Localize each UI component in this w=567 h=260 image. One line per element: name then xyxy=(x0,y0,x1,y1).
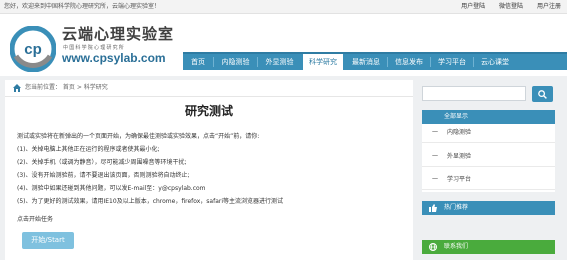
sidebar-item-label: 外显测验 xyxy=(447,153,472,160)
rule-item: (4)、测验中如果还碰到其他问题，可以发E-mail至：y@cpsylab.co… xyxy=(17,185,206,192)
sidebar-item-label: 内隐测验 xyxy=(447,129,472,136)
item-marker: 一 xyxy=(432,176,439,183)
sidebar-item-implicit[interactable]: 一 内隐测验 xyxy=(422,124,555,143)
breadcrumb: 您当前位置： 首页 > 科学研究 xyxy=(5,80,413,97)
user-register-link[interactable]: 用户注册 xyxy=(537,3,561,10)
rule-item: (3)、没有开始测验前，请不要退出该页面，否则测验将自动终止; xyxy=(17,172,190,179)
nav-news[interactable]: 最新消息 xyxy=(345,54,387,70)
nav-implicit-test[interactable]: 内隐测验 xyxy=(214,54,257,70)
show-all-button[interactable]: 全部显示 xyxy=(422,110,555,124)
item-marker: 一 xyxy=(432,129,439,136)
nav-research[interactable]: 科学研究 xyxy=(303,54,343,70)
nav-cloud-class[interactable]: 云心课堂 xyxy=(474,54,516,70)
brand-url: www.cpsylab.com xyxy=(62,51,166,65)
main-nav: 首页 内隐测验 外显测验 科学研究 最新消息 信息发布 学习平台 云心课堂 xyxy=(183,52,567,70)
breadcrumb-text: 您当前位置： 首页 > 科学研究 xyxy=(25,84,108,91)
user-login-link[interactable]: 用户登陆 xyxy=(461,3,485,10)
brand-title: 云端心理实验室 xyxy=(62,25,175,43)
nav-home[interactable]: 首页 xyxy=(183,54,213,70)
nav-explicit-test[interactable]: 外显测验 xyxy=(258,54,301,70)
logo-text: cp xyxy=(24,41,42,58)
nav-learning-platform[interactable]: 学习平台 xyxy=(431,54,473,70)
start-hint: 点击开始任务 xyxy=(17,216,54,223)
search-input[interactable] xyxy=(422,86,526,101)
globe-icon xyxy=(429,243,437,251)
top-bar: 您好，欢迎来到中国科学院心理研究所，云端心理实验室！ 用户登陆 微信登陆 用户注… xyxy=(0,0,567,14)
intro-text: 测试或实验将在新弹出的一个页面开始，为确保最佳测验或实验效果，点击“开始”前，请… xyxy=(17,133,260,140)
hot-recommend-label: 热门推荐 xyxy=(444,204,469,211)
nav-info-release[interactable]: 信息发布 xyxy=(388,54,430,70)
sidebar-item-explicit[interactable]: 一 外显测验 xyxy=(422,148,555,167)
contact-us-header[interactable]: 联系我们 xyxy=(422,240,555,254)
item-marker: 一 xyxy=(432,153,439,160)
rule-item: (5)、为了更好的测试效果，请用IE10及以上版本，chrome，firefox… xyxy=(17,198,284,205)
start-button[interactable]: 开始/Start xyxy=(22,232,74,249)
top-links: 用户登陆 微信登陆 用户注册 xyxy=(449,0,561,13)
logo-icon[interactable]: cp xyxy=(10,26,56,72)
hot-recommend-header[interactable]: 热门推荐 xyxy=(422,201,555,215)
sidebar-item-label: 学习平台 xyxy=(447,176,472,183)
sidebar-item-learning[interactable]: 一 学习平台 xyxy=(422,171,555,190)
wechat-login-link[interactable]: 微信登陆 xyxy=(499,3,523,10)
main-content: 您当前位置： 首页 > 科学研究 研究测试 测试或实验将在新弹出的一个页面开始，… xyxy=(5,80,413,260)
welcome-text: 您好，欢迎来到中国科学院心理研究所，云端心理实验室！ xyxy=(4,3,161,10)
search-icon xyxy=(538,90,547,99)
page-title: 研究测试 xyxy=(184,104,233,118)
search-button[interactable] xyxy=(532,86,553,102)
home-icon[interactable] xyxy=(13,84,21,92)
thumbs-up-icon xyxy=(429,204,437,212)
site-header: cp 云端心理实验室 中国科学院心理研究所 www.cpsylab.com 首页… xyxy=(0,14,567,76)
contact-us-label: 联系我们 xyxy=(444,243,469,250)
rule-item: (2)、关掉手机（或调为静音），尽可能减少周围噪音等环境干扰; xyxy=(17,159,187,166)
rule-item: (1)、关掉电脑上其他正在运行的程序或者使其最小化; xyxy=(17,146,160,153)
brand-subtitle: 中国科学院心理研究所 xyxy=(63,45,126,51)
